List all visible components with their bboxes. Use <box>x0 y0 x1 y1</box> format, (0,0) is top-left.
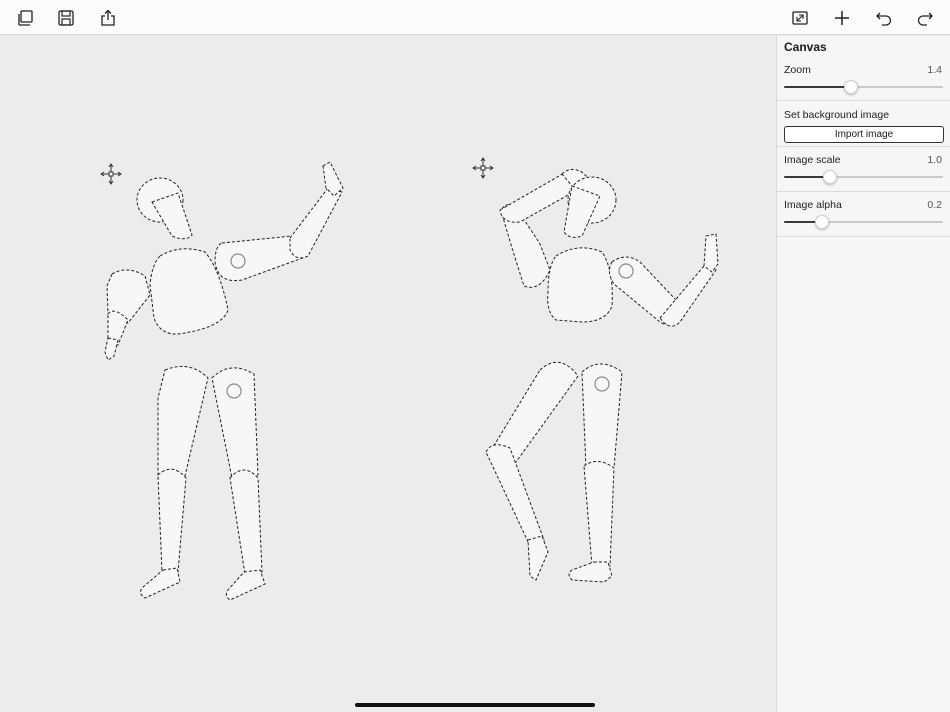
figure-left[interactable] <box>100 161 344 601</box>
divider <box>777 191 950 192</box>
zoom-slider-thumb[interactable] <box>843 80 858 94</box>
move-handle-icon[interactable] <box>472 157 494 179</box>
add-icon[interactable] <box>829 5 855 31</box>
thigh[interactable] <box>581 363 623 469</box>
import-image-button[interactable]: Import image <box>784 126 944 143</box>
foot[interactable] <box>225 569 266 601</box>
image-alpha-slider[interactable] <box>784 215 943 229</box>
image-scale-slider-thumb[interactable] <box>823 170 838 184</box>
divider <box>777 146 950 147</box>
image-alpha-value: 0.2 <box>927 199 942 211</box>
forearm[interactable] <box>289 187 343 259</box>
fit-screen-icon[interactable] <box>787 5 813 31</box>
redo-icon[interactable] <box>912 5 938 31</box>
divider <box>777 236 950 237</box>
hand[interactable] <box>104 337 119 361</box>
figure-right[interactable] <box>472 157 719 583</box>
foot[interactable] <box>527 535 549 581</box>
zoom-label: Zoom <box>784 64 811 76</box>
panel-title: Canvas <box>784 40 827 54</box>
image-scale-label: Image scale <box>784 154 841 166</box>
image-scale-value: 1.0 <box>927 154 942 166</box>
move-handle-icon[interactable] <box>100 163 122 185</box>
image-scale-slider[interactable] <box>784 170 943 184</box>
shin[interactable] <box>157 468 187 573</box>
hand[interactable] <box>703 233 719 273</box>
thigh[interactable] <box>157 365 209 481</box>
undo-icon[interactable] <box>871 5 897 31</box>
shin[interactable] <box>583 461 615 567</box>
foot[interactable] <box>140 567 181 599</box>
image-alpha-slider-thumb[interactable] <box>815 215 830 229</box>
home-indicator <box>355 703 595 707</box>
torso[interactable] <box>547 247 613 323</box>
divider <box>777 100 950 101</box>
image-alpha-label: Image alpha <box>784 199 842 211</box>
drawing-canvas[interactable] <box>0 36 776 712</box>
background-image-label: Set background image <box>784 109 890 121</box>
zoom-slider[interactable] <box>784 80 943 94</box>
canvas-settings-panel: Canvas Zoom 1.4 Set background image Imp… <box>776 36 950 712</box>
zoom-value: 1.4 <box>927 64 942 76</box>
foot[interactable] <box>568 561 613 583</box>
shin[interactable] <box>229 469 263 575</box>
